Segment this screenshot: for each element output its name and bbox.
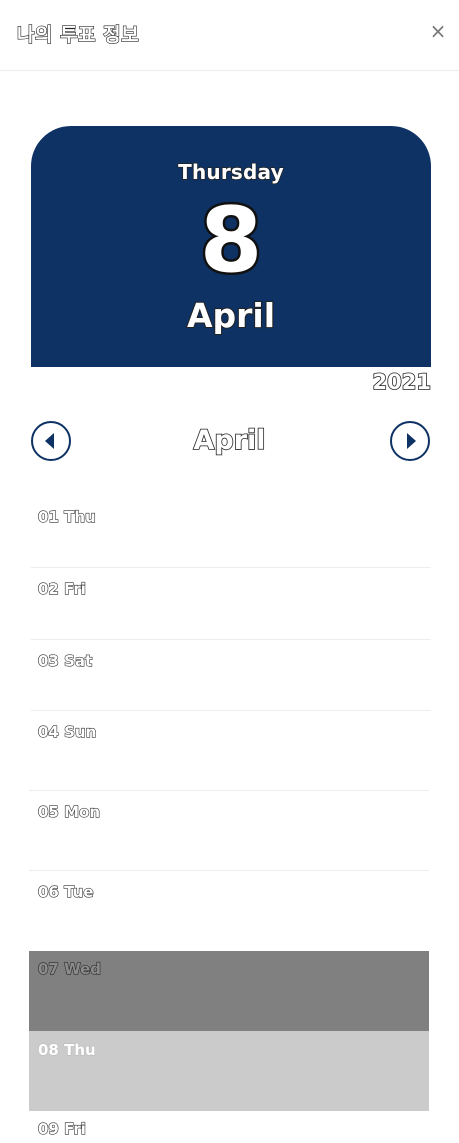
- day-label: 03 Sat: [37, 651, 93, 670]
- page-title: 나의 투표 정보: [16, 23, 140, 46]
- day-label: 04 Sun: [37, 722, 97, 741]
- day-row[interactable]: 05 Mon: [29, 791, 429, 871]
- close-icon[interactable]: ×: [428, 20, 448, 42]
- day-label: 02 Fri: [37, 579, 86, 598]
- day-row-selected-dark[interactable]: 07 Wed: [29, 951, 429, 1031]
- day-label: 09 Fri: [37, 1119, 86, 1138]
- day-row-selected-light[interactable]: 08 Thu: [29, 1031, 429, 1111]
- day-row[interactable]: 06 Tue: [29, 871, 429, 951]
- selected-year: 2021: [372, 369, 432, 395]
- day-label: 06 Tue: [37, 882, 94, 901]
- day-row[interactable]: 04 Sun: [29, 711, 429, 791]
- selected-day-number: 8: [197, 186, 265, 296]
- day-row[interactable]: 03 Sat: [31, 640, 431, 711]
- day-label: 05 Mon: [37, 802, 101, 821]
- day-label: 07 Wed: [37, 959, 102, 978]
- day-row[interactable]: 01 Thu: [31, 496, 431, 568]
- day-row[interactable]: 02 Fri: [31, 568, 431, 640]
- selected-weekday: Thursday: [177, 159, 284, 185]
- triangle-right-icon: [407, 433, 416, 449]
- selected-month: April: [186, 295, 276, 336]
- day-label: 08 Thu: [37, 1040, 96, 1059]
- day-row[interactable]: 09 Fri: [29, 1111, 429, 1143]
- day-label: 01 Thu: [37, 507, 96, 526]
- selected-date-card: Thursday 8 April: [31, 126, 431, 367]
- next-month-button[interactable]: [390, 421, 430, 461]
- modal-header: 나의 투표 정보 ×: [0, 0, 459, 71]
